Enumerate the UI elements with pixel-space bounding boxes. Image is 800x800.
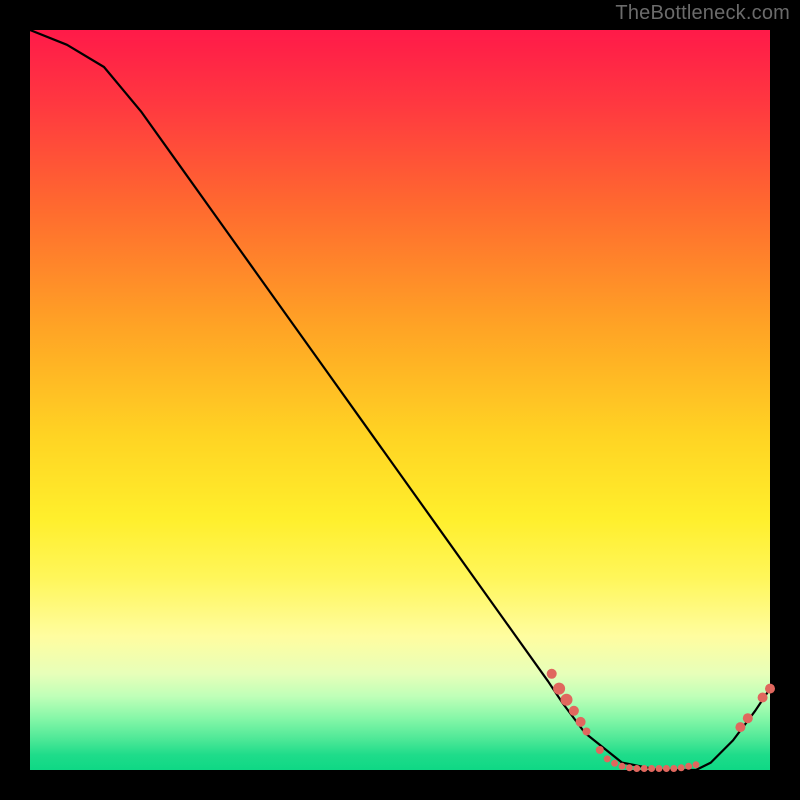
data-marker bbox=[743, 713, 753, 723]
data-marker bbox=[678, 764, 685, 771]
data-marker bbox=[619, 763, 626, 770]
data-marker bbox=[633, 765, 640, 772]
data-marker bbox=[583, 728, 591, 736]
data-marker bbox=[693, 761, 700, 768]
data-marker bbox=[626, 764, 633, 771]
data-marker bbox=[765, 684, 775, 694]
data-marker bbox=[656, 765, 663, 772]
data-marker bbox=[569, 706, 579, 716]
curve-layer bbox=[30, 30, 770, 770]
chart-stage: TheBottleneck.com bbox=[0, 0, 800, 800]
data-marker bbox=[758, 693, 768, 703]
data-marker bbox=[663, 765, 670, 772]
data-marker bbox=[670, 765, 677, 772]
data-marker bbox=[576, 717, 586, 727]
plot-area bbox=[30, 30, 770, 770]
data-markers bbox=[547, 669, 775, 772]
data-marker bbox=[648, 765, 655, 772]
data-marker bbox=[596, 746, 604, 754]
data-marker bbox=[547, 669, 557, 679]
bottleneck-curve bbox=[30, 30, 770, 770]
data-marker bbox=[685, 763, 692, 770]
data-marker bbox=[735, 722, 745, 732]
data-marker bbox=[604, 755, 611, 762]
data-marker bbox=[641, 765, 648, 772]
watermark-text: TheBottleneck.com bbox=[615, 2, 790, 25]
data-marker bbox=[611, 760, 618, 767]
data-marker bbox=[561, 694, 573, 706]
data-marker bbox=[553, 683, 565, 695]
